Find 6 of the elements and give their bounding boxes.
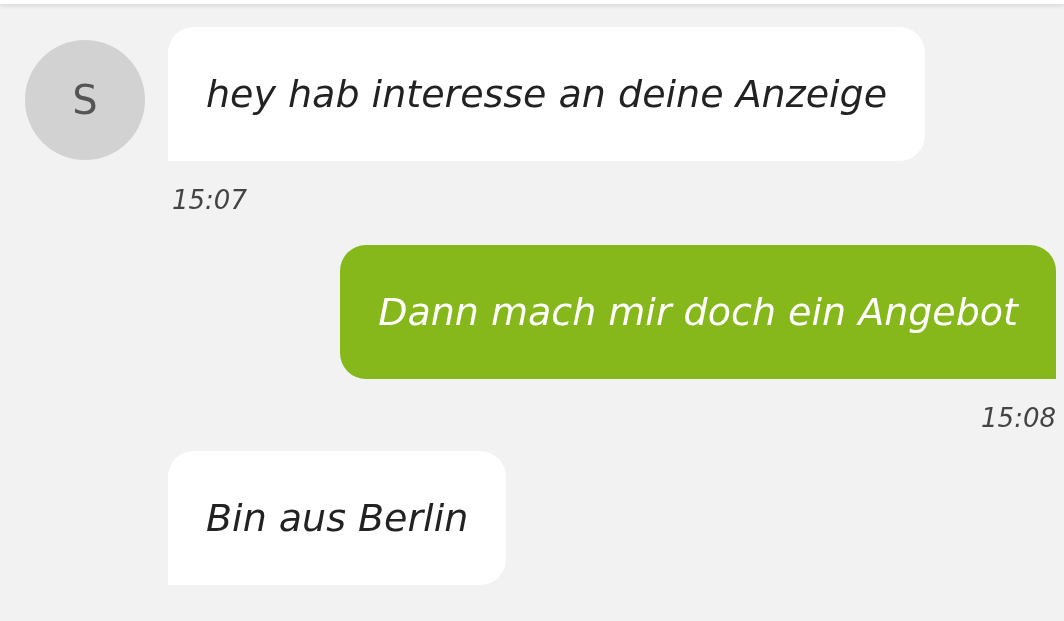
message-bubble: Dann mach mir doch ein Angebot [340, 245, 1056, 379]
timestamp: 15:08 [981, 403, 1056, 433]
message-bubble: hey hab interesse an deine Anzeige [168, 27, 926, 161]
timestamp: 15:07 [172, 185, 247, 215]
avatar: S [25, 40, 145, 160]
message-bubble: Bin aus Berlin [168, 451, 507, 585]
